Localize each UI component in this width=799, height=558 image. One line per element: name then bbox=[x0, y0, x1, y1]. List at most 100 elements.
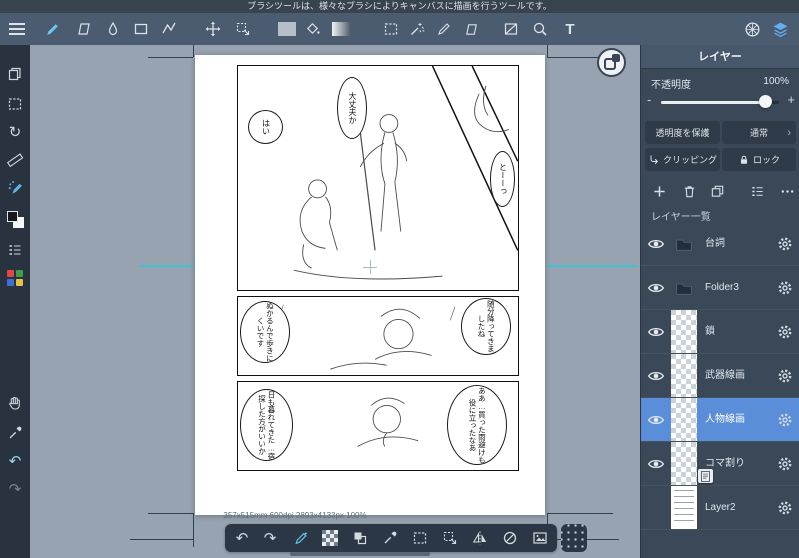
gradient-tool-button[interactable] bbox=[330, 18, 352, 40]
menu-button[interactable] bbox=[6, 18, 28, 40]
layer-name: 台詞 bbox=[705, 238, 725, 249]
fg-bg-color-button[interactable] bbox=[4, 208, 26, 230]
airbrush-tool-button[interactable] bbox=[4, 176, 26, 198]
stylus-settings-button[interactable] bbox=[289, 527, 311, 549]
layer-row[interactable]: 鎖 bbox=[641, 310, 799, 354]
panel1-artwork bbox=[293, 66, 518, 280]
redo-button[interactable]: ↷ bbox=[259, 527, 281, 549]
protect-alpha-button[interactable]: 透明度を保護 bbox=[645, 121, 720, 144]
opacity-slider-knob[interactable] bbox=[759, 95, 772, 108]
layer-settings-button[interactable] bbox=[775, 278, 795, 298]
layer-row[interactable]: Layer2 bbox=[641, 486, 799, 530]
layer-row[interactable]: コマ割り bbox=[641, 442, 799, 486]
folder-icon bbox=[673, 235, 695, 253]
transparent-bg-button[interactable] bbox=[319, 527, 341, 549]
blend-mode-button[interactable]: 通常 › bbox=[722, 121, 796, 144]
layer-row[interactable]: 台詞 bbox=[641, 222, 799, 266]
layer-list-button[interactable] bbox=[4, 239, 26, 261]
canvas-page[interactable]: 大丈夫か はい とーーっ ぬかるんで歩きにくいです 随分降ってきましたね 日も暮… bbox=[195, 55, 545, 515]
redo-icon: ↷ bbox=[263, 529, 277, 547]
eye-icon bbox=[647, 235, 665, 253]
transform-icon bbox=[235, 21, 251, 37]
color-swatch-button[interactable] bbox=[276, 18, 298, 40]
layer-visibility-toggle[interactable] bbox=[645, 365, 667, 387]
lock-label: ロック bbox=[752, 155, 780, 165]
page-switcher-button[interactable] bbox=[597, 48, 626, 77]
layer-visibility-toggle[interactable] bbox=[645, 321, 667, 343]
layers-panel-toggle[interactable] bbox=[769, 18, 791, 40]
eyedropper-button[interactable] bbox=[379, 527, 401, 549]
gear-icon bbox=[777, 500, 793, 516]
ruler-button[interactable] bbox=[4, 149, 26, 171]
shape-tool-button[interactable] bbox=[130, 18, 152, 40]
eraser-tool-button[interactable] bbox=[73, 18, 95, 40]
layer-thumbnail bbox=[671, 442, 697, 485]
pages-button[interactable] bbox=[4, 63, 26, 85]
tooltip-bar: ブラシツールは、様々なブラシによりキャンバスに描画を行うツールです。 bbox=[0, 0, 799, 13]
toolbar-drag-handle[interactable] bbox=[561, 524, 587, 552]
layer-settings-button[interactable] bbox=[775, 454, 795, 474]
add-layer-button[interactable] bbox=[649, 181, 669, 201]
layer-visibility-toggle[interactable] bbox=[645, 497, 667, 519]
layer-row-selected[interactable]: 人物線画 bbox=[641, 398, 799, 442]
magic-wand-button[interactable] bbox=[406, 18, 428, 40]
opacity-plus[interactable]: + bbox=[787, 92, 795, 107]
select-area-button[interactable] bbox=[409, 527, 431, 549]
delete-layer-button[interactable] bbox=[679, 181, 699, 201]
folder-icon bbox=[673, 279, 695, 297]
horizontal-scrollbar[interactable] bbox=[290, 552, 430, 556]
layer-settings-button[interactable] bbox=[775, 410, 795, 430]
flip-horizontal-button[interactable] bbox=[469, 527, 491, 549]
layer-visibility-toggle[interactable] bbox=[645, 233, 667, 255]
text-tool-icon: T bbox=[565, 20, 575, 38]
rotate-lock-button[interactable] bbox=[499, 527, 521, 549]
lock-button[interactable]: ロック bbox=[722, 148, 796, 171]
palette-button[interactable] bbox=[4, 267, 26, 289]
undo-button[interactable]: ↶ bbox=[4, 450, 26, 472]
layer-settings-button[interactable] bbox=[775, 366, 795, 386]
clipping-button[interactable]: クリッピング bbox=[645, 148, 720, 171]
layer-menu-button[interactable] bbox=[747, 181, 767, 201]
speech-bubble: 日も暮れてきた…宿探した方がいいか bbox=[240, 389, 293, 461]
select-panel-button[interactable] bbox=[4, 93, 26, 115]
two-squares-icon bbox=[352, 530, 368, 546]
pages-icon bbox=[7, 66, 23, 82]
blend-tool-button[interactable] bbox=[102, 18, 124, 40]
layer-settings-button[interactable] bbox=[775, 322, 795, 342]
opacity-minus[interactable]: - bbox=[647, 92, 651, 107]
canvas-area[interactable]: 大丈夫か はい とーーっ ぬかるんで歩きにくいです 随分降ってきましたね 日も暮… bbox=[30, 45, 640, 558]
more-options-button[interactable] bbox=[777, 181, 797, 201]
swap-color-button[interactable] bbox=[349, 527, 371, 549]
redo-button[interactable]: ↷ bbox=[4, 478, 26, 500]
polyline-tool-button[interactable] bbox=[158, 18, 180, 40]
layer-row[interactable]: 武器線画 bbox=[641, 354, 799, 398]
network-button[interactable] bbox=[741, 18, 763, 40]
brush-tool-button[interactable] bbox=[41, 18, 63, 40]
reset-view-button[interactable]: ↻ bbox=[4, 121, 26, 143]
layer-settings-button[interactable] bbox=[775, 498, 795, 518]
layer-settings-button[interactable] bbox=[775, 234, 795, 254]
layer-visibility-toggle[interactable] bbox=[645, 277, 667, 299]
flip-icon bbox=[472, 530, 488, 546]
eyedropper-button[interactable] bbox=[4, 422, 26, 444]
ellipsis-icon bbox=[780, 184, 795, 199]
divide-frame-button[interactable] bbox=[500, 18, 522, 40]
layer-row[interactable]: Folder3 bbox=[641, 266, 799, 310]
move-tool-button[interactable] bbox=[202, 18, 224, 40]
select-tool-button[interactable] bbox=[380, 18, 402, 40]
text-tool-button[interactable]: T bbox=[559, 18, 581, 40]
hand-tool-button[interactable] bbox=[4, 392, 26, 414]
duplicate-layer-button[interactable] bbox=[707, 181, 727, 201]
select-pen-button[interactable] bbox=[433, 18, 455, 40]
transform-button[interactable] bbox=[439, 527, 461, 549]
undo-button[interactable]: ↶ bbox=[231, 527, 253, 549]
transform-icon bbox=[442, 530, 458, 546]
bucket-tool-button[interactable] bbox=[302, 18, 324, 40]
layer-visibility-toggle[interactable] bbox=[645, 409, 667, 431]
insert-image-button[interactable] bbox=[529, 527, 551, 549]
hand-icon bbox=[7, 395, 23, 411]
layer-visibility-toggle[interactable] bbox=[645, 453, 667, 475]
zoom-tool-button[interactable] bbox=[529, 18, 551, 40]
select-eraser-button[interactable] bbox=[460, 18, 482, 40]
transform-tool-button[interactable] bbox=[232, 18, 254, 40]
